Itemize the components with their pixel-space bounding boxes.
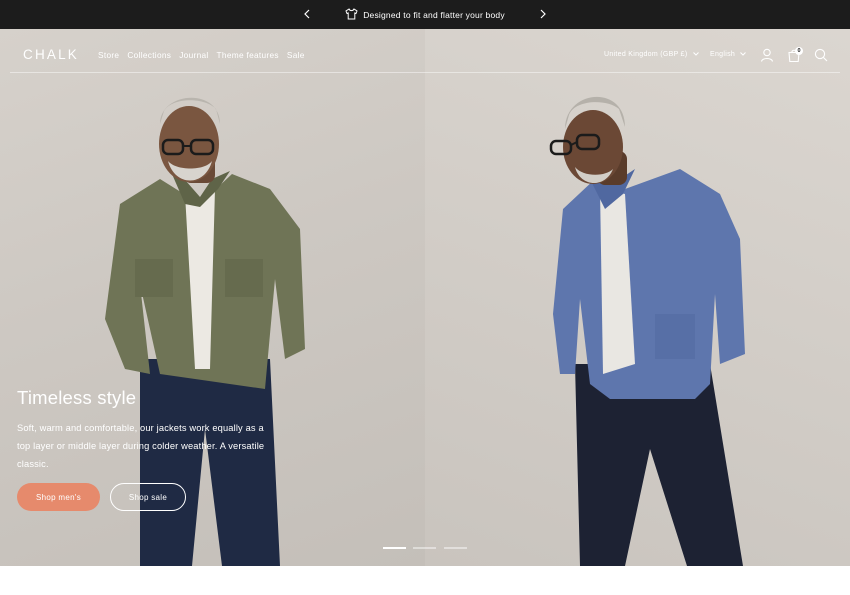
announcement-bar: Designed to fit and flatter your body (0, 0, 850, 29)
nav-item-theme-features[interactable]: Theme features (217, 50, 279, 60)
hero-image-right (425, 29, 850, 566)
main-navigation: Store Collections Journal Theme features… (98, 50, 305, 60)
header-divider (10, 72, 840, 73)
site-header: CHALK Store Collections Journal Theme fe… (0, 29, 850, 73)
language-selector-label: English (710, 51, 736, 58)
language-selector[interactable]: English (710, 51, 746, 58)
nav-item-store[interactable]: Store (98, 50, 119, 60)
country-selector-label: United Kingdom (GBP £) (604, 51, 688, 58)
search-icon[interactable] (813, 47, 829, 63)
tshirt-icon (345, 7, 358, 22)
site-logo[interactable]: CHALK (23, 47, 79, 62)
account-icon[interactable] (759, 47, 775, 63)
country-selector[interactable]: United Kingdom (GBP £) (604, 51, 699, 58)
announcement-message: Designed to fit and flatter your body (345, 7, 505, 22)
nav-item-collections[interactable]: Collections (127, 50, 171, 60)
chevron-right-icon[interactable] (536, 7, 550, 21)
cart-count-badge: 0 (795, 47, 803, 55)
shop-mens-button[interactable]: Shop men's (17, 483, 100, 511)
slide-indicator-2[interactable] (413, 547, 436, 549)
hero-title: Timeless style (17, 387, 137, 408)
hero-content: Timeless style Soft, warm and comfortabl… (17, 387, 277, 473)
nav-item-sale[interactable]: Sale (287, 50, 305, 60)
nav-item-journal[interactable]: Journal (179, 50, 208, 60)
chevron-down-icon (692, 51, 699, 58)
model-blue-jacket-image (549, 96, 745, 566)
hero-description: Soft, warm and comfortable, our jackets … (17, 423, 265, 469)
announcement-text: Designed to fit and flatter your body (363, 9, 505, 20)
slide-indicator-1[interactable] (383, 547, 406, 549)
chevron-left-icon[interactable] (300, 7, 314, 21)
chevron-down-icon (740, 51, 746, 58)
shop-sale-button[interactable]: Shop sale (110, 483, 186, 511)
slide-indicator-3[interactable] (444, 547, 467, 549)
